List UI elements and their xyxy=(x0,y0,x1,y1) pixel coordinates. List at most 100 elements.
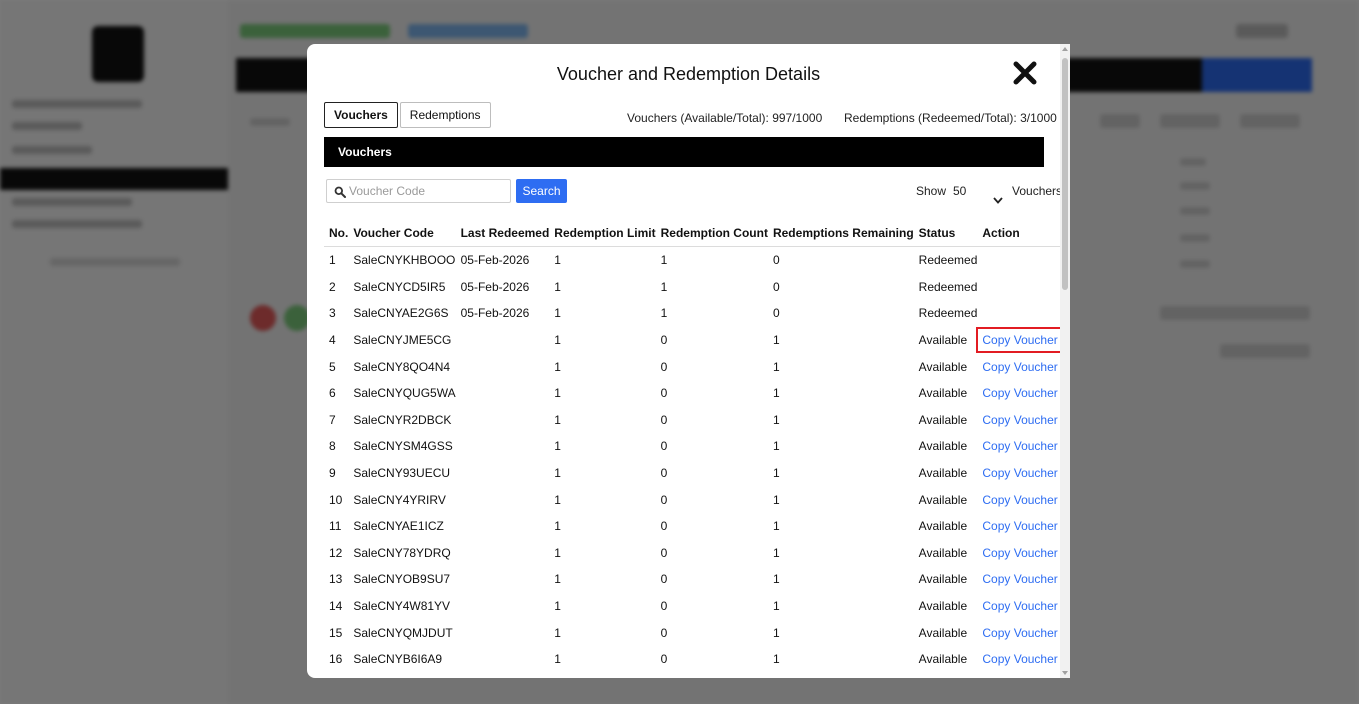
cell-action: Copy Voucher Code xyxy=(977,593,1070,620)
scroll-up-icon[interactable] xyxy=(1062,47,1068,51)
modal-scrollbar[interactable] xyxy=(1060,44,1070,678)
cell-redemption-count: 0 xyxy=(660,625,668,640)
cell-action: Copy Voucher Code xyxy=(977,646,1070,673)
cell-redemption-count: 0 xyxy=(660,439,668,454)
cell-status: Available xyxy=(918,519,968,534)
cell-action: Copy Voucher Code xyxy=(977,380,1070,407)
page-size-value: 50 xyxy=(953,184,967,198)
table-row: 15 SaleCNYQMJDUT 1 0 1 Available Copy Voucher … xyxy=(324,619,1070,646)
cell-voucher-code: SaleCNYQUG5WA xyxy=(353,386,456,401)
cell-row-number: 13 xyxy=(329,572,343,587)
cell-row-number: 2 xyxy=(329,279,336,294)
copy-voucher-code-link[interactable]: Copy Voucher Code xyxy=(978,489,1070,511)
cell-action: Copy Voucher Code xyxy=(977,486,1070,513)
cell-voucher-code: SaleCNYKHBOOO xyxy=(353,253,456,268)
cell-voucher-code: SaleCNY4W81YV xyxy=(353,599,451,614)
cell-status: Available xyxy=(918,545,968,560)
page-size-select[interactable]: 50 xyxy=(946,179,1006,204)
cell-row-number: 3 xyxy=(329,306,336,321)
scrollbar-thumb[interactable] xyxy=(1062,58,1068,290)
table-row: 11 SaleCNYAE1ICZ 1 0 1 Available Copy Voucher … xyxy=(324,513,1070,540)
scroll-down-icon[interactable] xyxy=(1062,671,1068,675)
cell-voucher-code: SaleCNYR2DBCK xyxy=(353,412,452,427)
cell-redemption-count: 0 xyxy=(660,599,668,614)
table-row: 3 SaleCNYAE2G6S 05-Feb-2026 1 1 0 Redeemed xyxy=(324,300,1070,327)
cell-redemptions-remaining: 1 xyxy=(772,439,780,454)
table-row: 4 SaleCNYJME5CG 1 0 1 Available Copy Voucher C… xyxy=(324,327,1070,354)
cell-redemption-limit: 1 xyxy=(554,652,561,667)
show-label: Show xyxy=(916,184,947,198)
cell-redemption-count: 1 xyxy=(660,306,668,321)
cell-redemption-count: 0 xyxy=(660,333,668,348)
cell-redemptions-remaining: 1 xyxy=(772,412,780,427)
cell-redemption-limit: 1 xyxy=(554,545,561,560)
table-row: 8 SaleCNYSM4GSS 1 0 1 Available Copy Voucher C… xyxy=(324,433,1070,460)
column-header: Status xyxy=(913,220,978,247)
cell-action xyxy=(977,274,1070,301)
copy-voucher-code-link[interactable]: Copy Voucher Code xyxy=(978,356,1070,378)
cell-redemption-limit: 1 xyxy=(554,466,561,481)
copy-voucher-code-link[interactable]: Copy Voucher Code xyxy=(976,327,1070,354)
copy-voucher-code-link[interactable]: Copy Voucher Code xyxy=(978,622,1070,644)
cell-last-redeemed: 05-Feb-2026 xyxy=(460,253,530,268)
column-header: Voucher Code xyxy=(348,220,456,247)
cell-voucher-code: SaleCNYAE2G6S xyxy=(353,306,449,321)
cell-last-redeemed xyxy=(456,593,550,620)
copy-voucher-code-link[interactable]: Copy Voucher Code xyxy=(978,542,1070,564)
cell-redemption-limit: 1 xyxy=(554,572,561,587)
search-input[interactable] xyxy=(349,180,507,202)
table-row: 7 SaleCNYR2DBCK 1 0 1 Available Copy Voucher C… xyxy=(324,407,1070,434)
cell-action xyxy=(977,247,1070,274)
cell-redemption-limit: 1 xyxy=(554,625,561,640)
cell-status: Available xyxy=(918,492,968,507)
cell-status: Redeemed xyxy=(918,253,978,268)
cell-row-number: 16 xyxy=(329,652,343,667)
cell-status: Available xyxy=(918,439,968,454)
cell-last-redeemed xyxy=(456,407,550,434)
copy-voucher-code-link[interactable]: Copy Voucher Code xyxy=(978,462,1070,484)
cell-last-redeemed xyxy=(456,460,550,487)
close-icon[interactable] xyxy=(1011,59,1039,87)
cell-redemption-limit: 1 xyxy=(554,306,561,321)
copy-voucher-code-link[interactable]: Copy Voucher Code xyxy=(978,648,1070,670)
cell-redemption-count: 0 xyxy=(660,572,668,587)
cell-redemption-limit: 1 xyxy=(554,439,561,454)
vouchers-summary: Vouchers (Available/Total): 997/1000 xyxy=(627,111,823,125)
cell-row-number: 7 xyxy=(329,412,336,427)
cell-row-number: 10 xyxy=(329,492,343,507)
cell-redemption-count: 0 xyxy=(660,386,668,401)
cell-status: Available xyxy=(918,572,968,587)
copy-voucher-code-link[interactable]: Copy Voucher Code xyxy=(978,409,1070,431)
cell-voucher-code: SaleCNYSM4GSS xyxy=(353,439,453,454)
cell-voucher-code: SaleCNY93UECU xyxy=(353,466,451,481)
cell-row-number: 9 xyxy=(329,466,336,481)
cell-action: Copy Voucher Code xyxy=(977,407,1070,434)
copy-voucher-code-link[interactable]: Copy Voucher Code xyxy=(978,435,1070,457)
search-icon xyxy=(334,185,346,198)
cell-row-number: 14 xyxy=(329,599,343,614)
cell-redemption-count: 0 xyxy=(660,652,668,667)
search-field xyxy=(326,179,511,203)
search-button[interactable]: Search xyxy=(516,179,567,203)
copy-voucher-code-link[interactable]: Copy Voucher Code xyxy=(978,568,1070,590)
table-row: 5 SaleCNY8QO4N4 1 0 1 Available Copy Voucher C… xyxy=(324,353,1070,380)
copy-voucher-code-link[interactable]: Copy Voucher Code xyxy=(978,595,1070,617)
copy-voucher-code-link[interactable]: Copy Voucher Code xyxy=(978,382,1070,404)
cell-redemptions-remaining: 1 xyxy=(772,386,780,401)
cell-status: Available xyxy=(918,333,968,348)
cell-redemption-count: 0 xyxy=(660,466,668,481)
cell-voucher-code: SaleCNY8QO4N4 xyxy=(353,359,451,374)
copy-voucher-code-link[interactable]: Copy Voucher Code xyxy=(978,515,1070,537)
cell-redemptions-remaining: 1 xyxy=(772,652,780,667)
tab-redemptions[interactable]: Redemptions xyxy=(399,102,491,128)
cell-action: Copy Voucher Code xyxy=(977,433,1070,460)
cell-status: Available xyxy=(918,359,968,374)
cell-redemption-limit: 1 xyxy=(554,519,561,534)
cell-last-redeemed xyxy=(456,540,550,567)
voucher-details-modal: Voucher and Redemption Details Vouchers R… xyxy=(307,44,1070,678)
cell-redemption-count: 1 xyxy=(660,279,668,294)
cell-redemptions-remaining: 0 xyxy=(772,306,780,321)
table-row: 2 SaleCNYCD5IR5 05-Feb-2026 1 1 0 Redeemed xyxy=(324,274,1070,301)
tab-vouchers[interactable]: Vouchers xyxy=(324,102,398,128)
cell-status: Available xyxy=(918,625,968,640)
